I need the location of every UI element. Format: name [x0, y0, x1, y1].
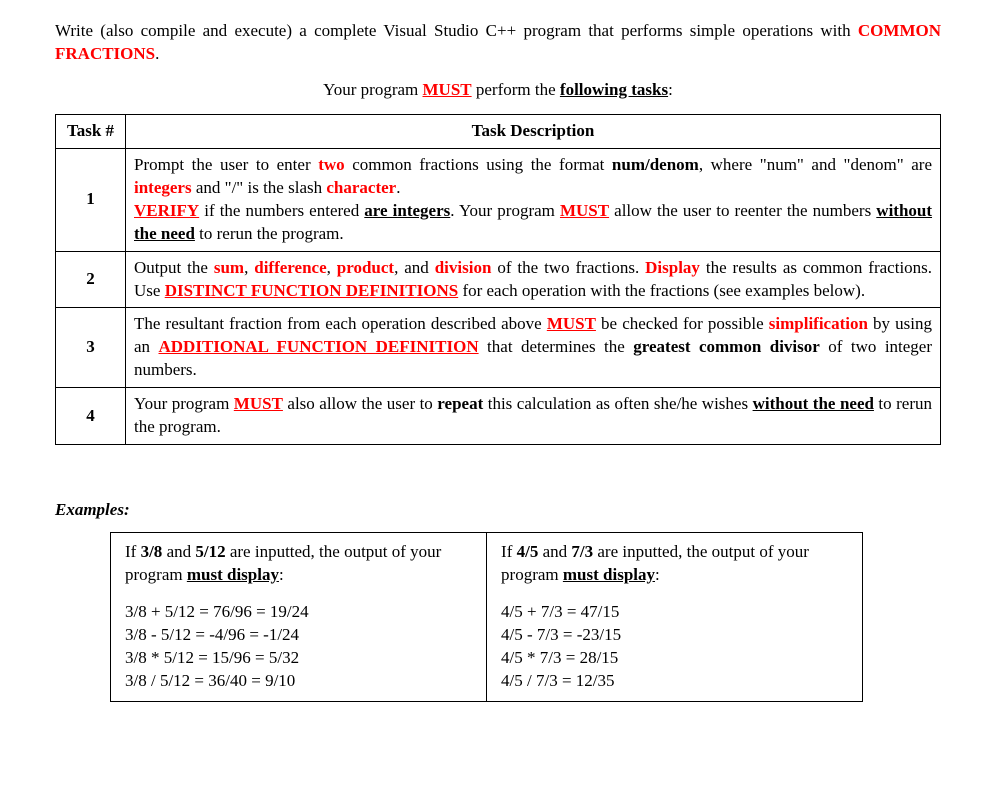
- task3-num: 3: [56, 308, 126, 388]
- t4need: without the need: [753, 394, 874, 413]
- task1-p1: Prompt the user to enter two common frac…: [134, 154, 932, 200]
- e2b: and: [538, 542, 571, 561]
- t1char: character: [326, 178, 396, 197]
- must-pre: Your program: [323, 80, 422, 99]
- e2a: If: [501, 542, 517, 561]
- must-line: Your program MUST perform the following …: [55, 80, 941, 100]
- task3-desc: The resultant fraction from each operati…: [126, 308, 941, 388]
- task4-desc: Your program MUST also allow the user to…: [126, 388, 941, 445]
- t1b: common fractions using the format: [345, 155, 612, 174]
- t3b: be checked for possible: [596, 314, 769, 333]
- must-mid: perform the: [472, 80, 560, 99]
- example2-line1: 4/5 + 7/3 = 47/15: [501, 601, 848, 624]
- example1-cell: If 3/8 and 5/12 are inputted, the output…: [111, 533, 487, 702]
- table-row: 3 The resultant fraction from each opera…: [56, 308, 941, 388]
- t3d: that determines the: [479, 337, 634, 356]
- intro-pre: Write (also compile and execute) a compl…: [55, 21, 858, 40]
- example1-line3: 3/8 * 5/12 = 15/96 = 5/32: [125, 647, 472, 670]
- t1pb: . Your program: [450, 201, 560, 220]
- table-header-row: Task # Task Description: [56, 114, 941, 148]
- t1int: integers: [134, 178, 192, 197]
- t3a: The resultant fraction from each operati…: [134, 314, 547, 333]
- t1pd: to rerun the program.: [195, 224, 344, 243]
- intro-paragraph: Write (also compile and execute) a compl…: [55, 20, 941, 66]
- example1-line2: 3/8 - 5/12 = -4/96 = -1/24: [125, 624, 472, 647]
- task1-num: 1: [56, 148, 126, 251]
- task4-num: 4: [56, 388, 126, 445]
- t2d: for each operation with the fractions (s…: [458, 281, 865, 300]
- e2f1: 4/5: [517, 542, 539, 561]
- t3must: MUST: [547, 314, 596, 333]
- task2-desc: Output the sum, difference, product, and…: [126, 251, 941, 308]
- example1-intro: If 3/8 and 5/12 are inputted, the output…: [125, 541, 472, 587]
- table-row: 4 Your program MUST also allow the user …: [56, 388, 941, 445]
- t1a: Prompt the user to enter: [134, 155, 318, 174]
- t1two: two: [318, 155, 344, 174]
- task2-num: 2: [56, 251, 126, 308]
- t4rep: repeat: [437, 394, 483, 413]
- t1fmt: num/denom: [612, 155, 699, 174]
- t2div: division: [435, 258, 492, 277]
- t2c1: ,: [244, 258, 254, 277]
- example2-line4: 4/5 / 7/3 = 12/35: [501, 670, 848, 693]
- examples-table: If 3/8 and 5/12 are inputted, the output…: [110, 532, 863, 702]
- t4c: this calculation as often she/he wishes: [483, 394, 752, 413]
- e1f1: 3/8: [141, 542, 163, 561]
- t1pa: if the numbers entered: [199, 201, 364, 220]
- hdr-task-num: Task #: [56, 114, 126, 148]
- t2c2: ,: [327, 258, 337, 277]
- e1md: must display: [187, 565, 279, 584]
- t2c3: , and: [394, 258, 435, 277]
- e2f2: 7/3: [571, 542, 593, 561]
- t1d: and "/" is the slash: [192, 178, 327, 197]
- task1-p2: VERIFY if the numbers entered are intege…: [134, 200, 932, 246]
- must-post: :: [668, 80, 673, 99]
- t3simp: simplification: [769, 314, 868, 333]
- table-row: 2 Output the sum, difference, product, a…: [56, 251, 941, 308]
- example2-line3: 4/5 * 7/3 = 28/15: [501, 647, 848, 670]
- example1-line4: 3/8 / 5/12 = 36/40 = 9/10: [125, 670, 472, 693]
- examples-heading-text: Examples:: [55, 500, 130, 519]
- t2disp: Display: [645, 258, 700, 277]
- example2-line2: 4/5 - 7/3 = -23/15: [501, 624, 848, 647]
- t1pc: allow the user to reenter the numbers: [609, 201, 876, 220]
- e2d: :: [655, 565, 660, 584]
- t1verify: VERIFY: [134, 201, 199, 220]
- example1-line1: 3/8 + 5/12 = 76/96 = 19/24: [125, 601, 472, 624]
- must-word: MUST: [423, 80, 472, 99]
- task1-desc: Prompt the user to enter two common frac…: [126, 148, 941, 251]
- t2diff: difference: [254, 258, 326, 277]
- e1b: and: [162, 542, 195, 561]
- e2md: must display: [563, 565, 655, 584]
- t3afd: ADDITIONAL FUNCTION DEFINITION: [159, 337, 479, 356]
- e1d: :: [279, 565, 284, 584]
- tasks-table: Task # Task Description 1 Prompt the use…: [55, 114, 941, 445]
- t1pmust: MUST: [560, 201, 609, 220]
- t1areint: are integers: [364, 201, 450, 220]
- t4b: also allow the user to: [283, 394, 437, 413]
- must-tasks: following tasks: [560, 80, 668, 99]
- e1f2: 5/12: [195, 542, 225, 561]
- t4a: Your program: [134, 394, 234, 413]
- table-row: If 3/8 and 5/12 are inputted, the output…: [111, 533, 863, 702]
- example2-cell: If 4/5 and 7/3 are inputted, the output …: [487, 533, 863, 702]
- e1a: If: [125, 542, 141, 561]
- examples-heading: Examples:: [55, 500, 941, 520]
- hdr-task-desc: Task Description: [126, 114, 941, 148]
- t2a: Output the: [134, 258, 214, 277]
- example2-intro: If 4/5 and 7/3 are inputted, the output …: [501, 541, 848, 587]
- t1e: .: [396, 178, 400, 197]
- t2b: of the two fractions.: [491, 258, 645, 277]
- intro-post: .: [155, 44, 159, 63]
- table-row: 1 Prompt the user to enter two common fr…: [56, 148, 941, 251]
- t3gcd: greatest common divisor: [633, 337, 820, 356]
- t1c: , where "num" and "denom" are: [699, 155, 932, 174]
- t4must: MUST: [234, 394, 283, 413]
- t2sum: sum: [214, 258, 244, 277]
- t2dfd: DISTINCT FUNCTION DEFINITIONS: [165, 281, 458, 300]
- t2prod: product: [337, 258, 394, 277]
